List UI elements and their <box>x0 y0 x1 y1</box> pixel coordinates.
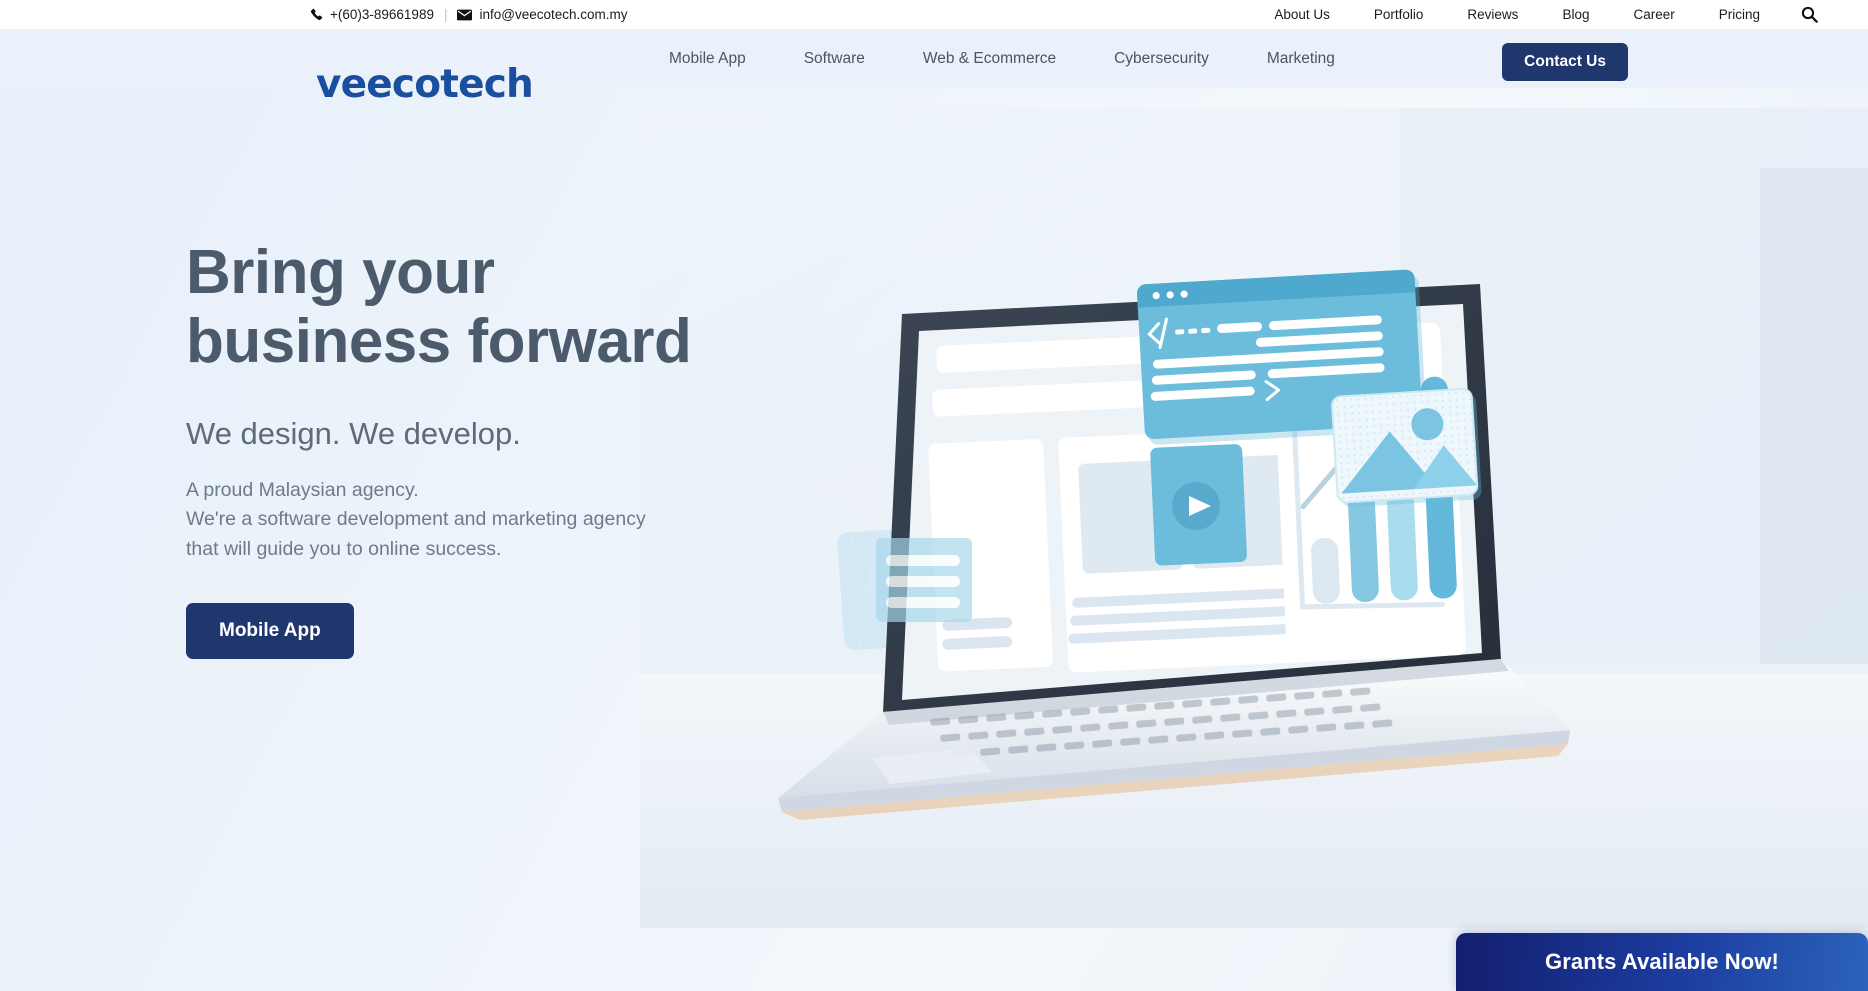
topbar-link-blog[interactable]: Blog <box>1540 0 1611 29</box>
nav-item-software[interactable]: Software <box>775 50 894 68</box>
headline-line-1: Bring your <box>186 238 495 307</box>
main-navigation-bar: veecotech Mobile App Software Web & Ecom… <box>0 29 1868 104</box>
hero-cta-mobile-app-button[interactable]: Mobile App <box>186 602 354 659</box>
hero-body-line-2: We're a software development and marketi… <box>186 508 646 531</box>
page-root: +(60)3-89661989 | info@veecotech.com.my … <box>0 0 1868 991</box>
nav-item-cybersecurity[interactable]: Cybersecurity <box>1085 50 1238 68</box>
phone-number[interactable]: +(60)3-89661989 <box>330 7 434 22</box>
topbar-link-pricing[interactable]: Pricing <box>1697 0 1782 29</box>
grants-available-banner[interactable]: Grants Available Now! <box>1456 933 1868 991</box>
contact-info-group: +(60)3-89661989 | info@veecotech.com.my <box>310 0 628 29</box>
topbar-link-portfolio[interactable]: Portfolio <box>1352 0 1446 29</box>
contact-us-button[interactable]: Contact Us <box>1502 43 1628 81</box>
secondary-nav: About Us Portfolio Reviews Blog Career P… <box>1252 0 1824 29</box>
hero-section: Bring your business forward We design. W… <box>0 88 1868 991</box>
site-logo[interactable]: veecotech <box>316 65 534 104</box>
hero-headline: Bring your business forward <box>186 238 886 377</box>
list-chip <box>876 538 972 622</box>
primary-nav: Mobile App Software Web & Ecommerce Cybe… <box>640 29 1364 88</box>
topbar-divider: | <box>443 7 448 22</box>
hero-subheadline: We design. We develop. <box>186 415 521 451</box>
hero-copy: Bring your business forward We design. W… <box>186 238 886 659</box>
top-utility-bar: +(60)3-89661989 | info@veecotech.com.my … <box>0 0 1868 29</box>
topbar-link-career[interactable]: Career <box>1611 0 1696 29</box>
envelope-icon <box>457 9 473 21</box>
video-play-card <box>1150 444 1247 566</box>
nav-item-web-ecommerce[interactable]: Web & Ecommerce <box>894 50 1085 68</box>
email-address[interactable]: info@veecotech.com.my <box>479 7 627 22</box>
image-placeholder-card <box>1331 388 1482 508</box>
hero-body-line-3: that will guide you to online success. <box>186 537 502 560</box>
hero-body: A proud Malaysian agency. We're a softwa… <box>186 476 886 565</box>
phone-icon <box>310 8 323 21</box>
nav-item-marketing[interactable]: Marketing <box>1238 50 1364 68</box>
nav-item-mobile-app[interactable]: Mobile App <box>640 50 775 68</box>
search-button[interactable] <box>1794 0 1824 29</box>
headline-line-2: business forward <box>186 307 692 377</box>
topbar-link-about-us[interactable]: About Us <box>1252 0 1352 29</box>
search-icon <box>1801 6 1818 23</box>
hero-body-line-1: A proud Malaysian agency. <box>186 478 419 501</box>
topbar-link-reviews[interactable]: Reviews <box>1445 0 1540 29</box>
